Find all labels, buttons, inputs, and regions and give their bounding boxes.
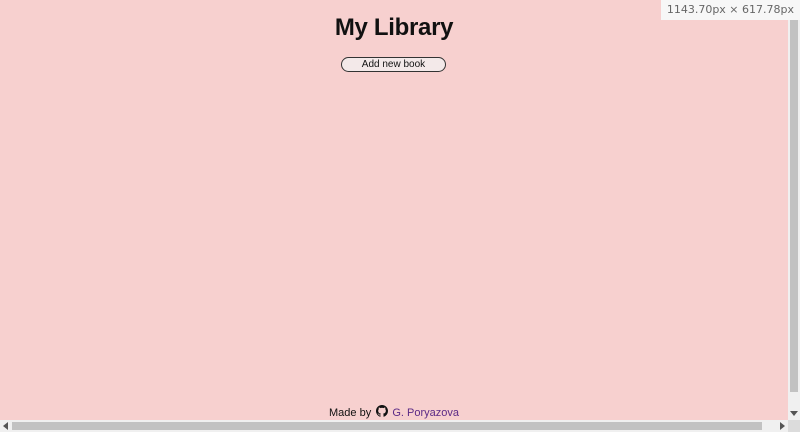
scroll-right-arrow-icon[interactable] [780,422,785,430]
horizontal-scrollbar[interactable] [0,420,788,432]
viewport-size-badge: 1143.70px × 617.78px [660,0,800,20]
add-new-book-button[interactable]: Add new book [341,57,446,72]
vertical-scrollbar-thumb[interactable] [790,20,798,392]
horizontal-scrollbar-thumb[interactable] [12,422,762,430]
vertical-scrollbar[interactable] [788,20,800,420]
scroll-down-arrow-icon[interactable] [790,411,798,416]
made-by-label: Made by [329,407,372,419]
author-link[interactable]: G. Poryazova [392,407,459,419]
scrollbar-corner [788,420,800,432]
scroll-left-arrow-icon[interactable] [3,422,8,430]
footer: Made by G. Poryazova [0,405,788,421]
github-icon[interactable] [376,405,389,417]
